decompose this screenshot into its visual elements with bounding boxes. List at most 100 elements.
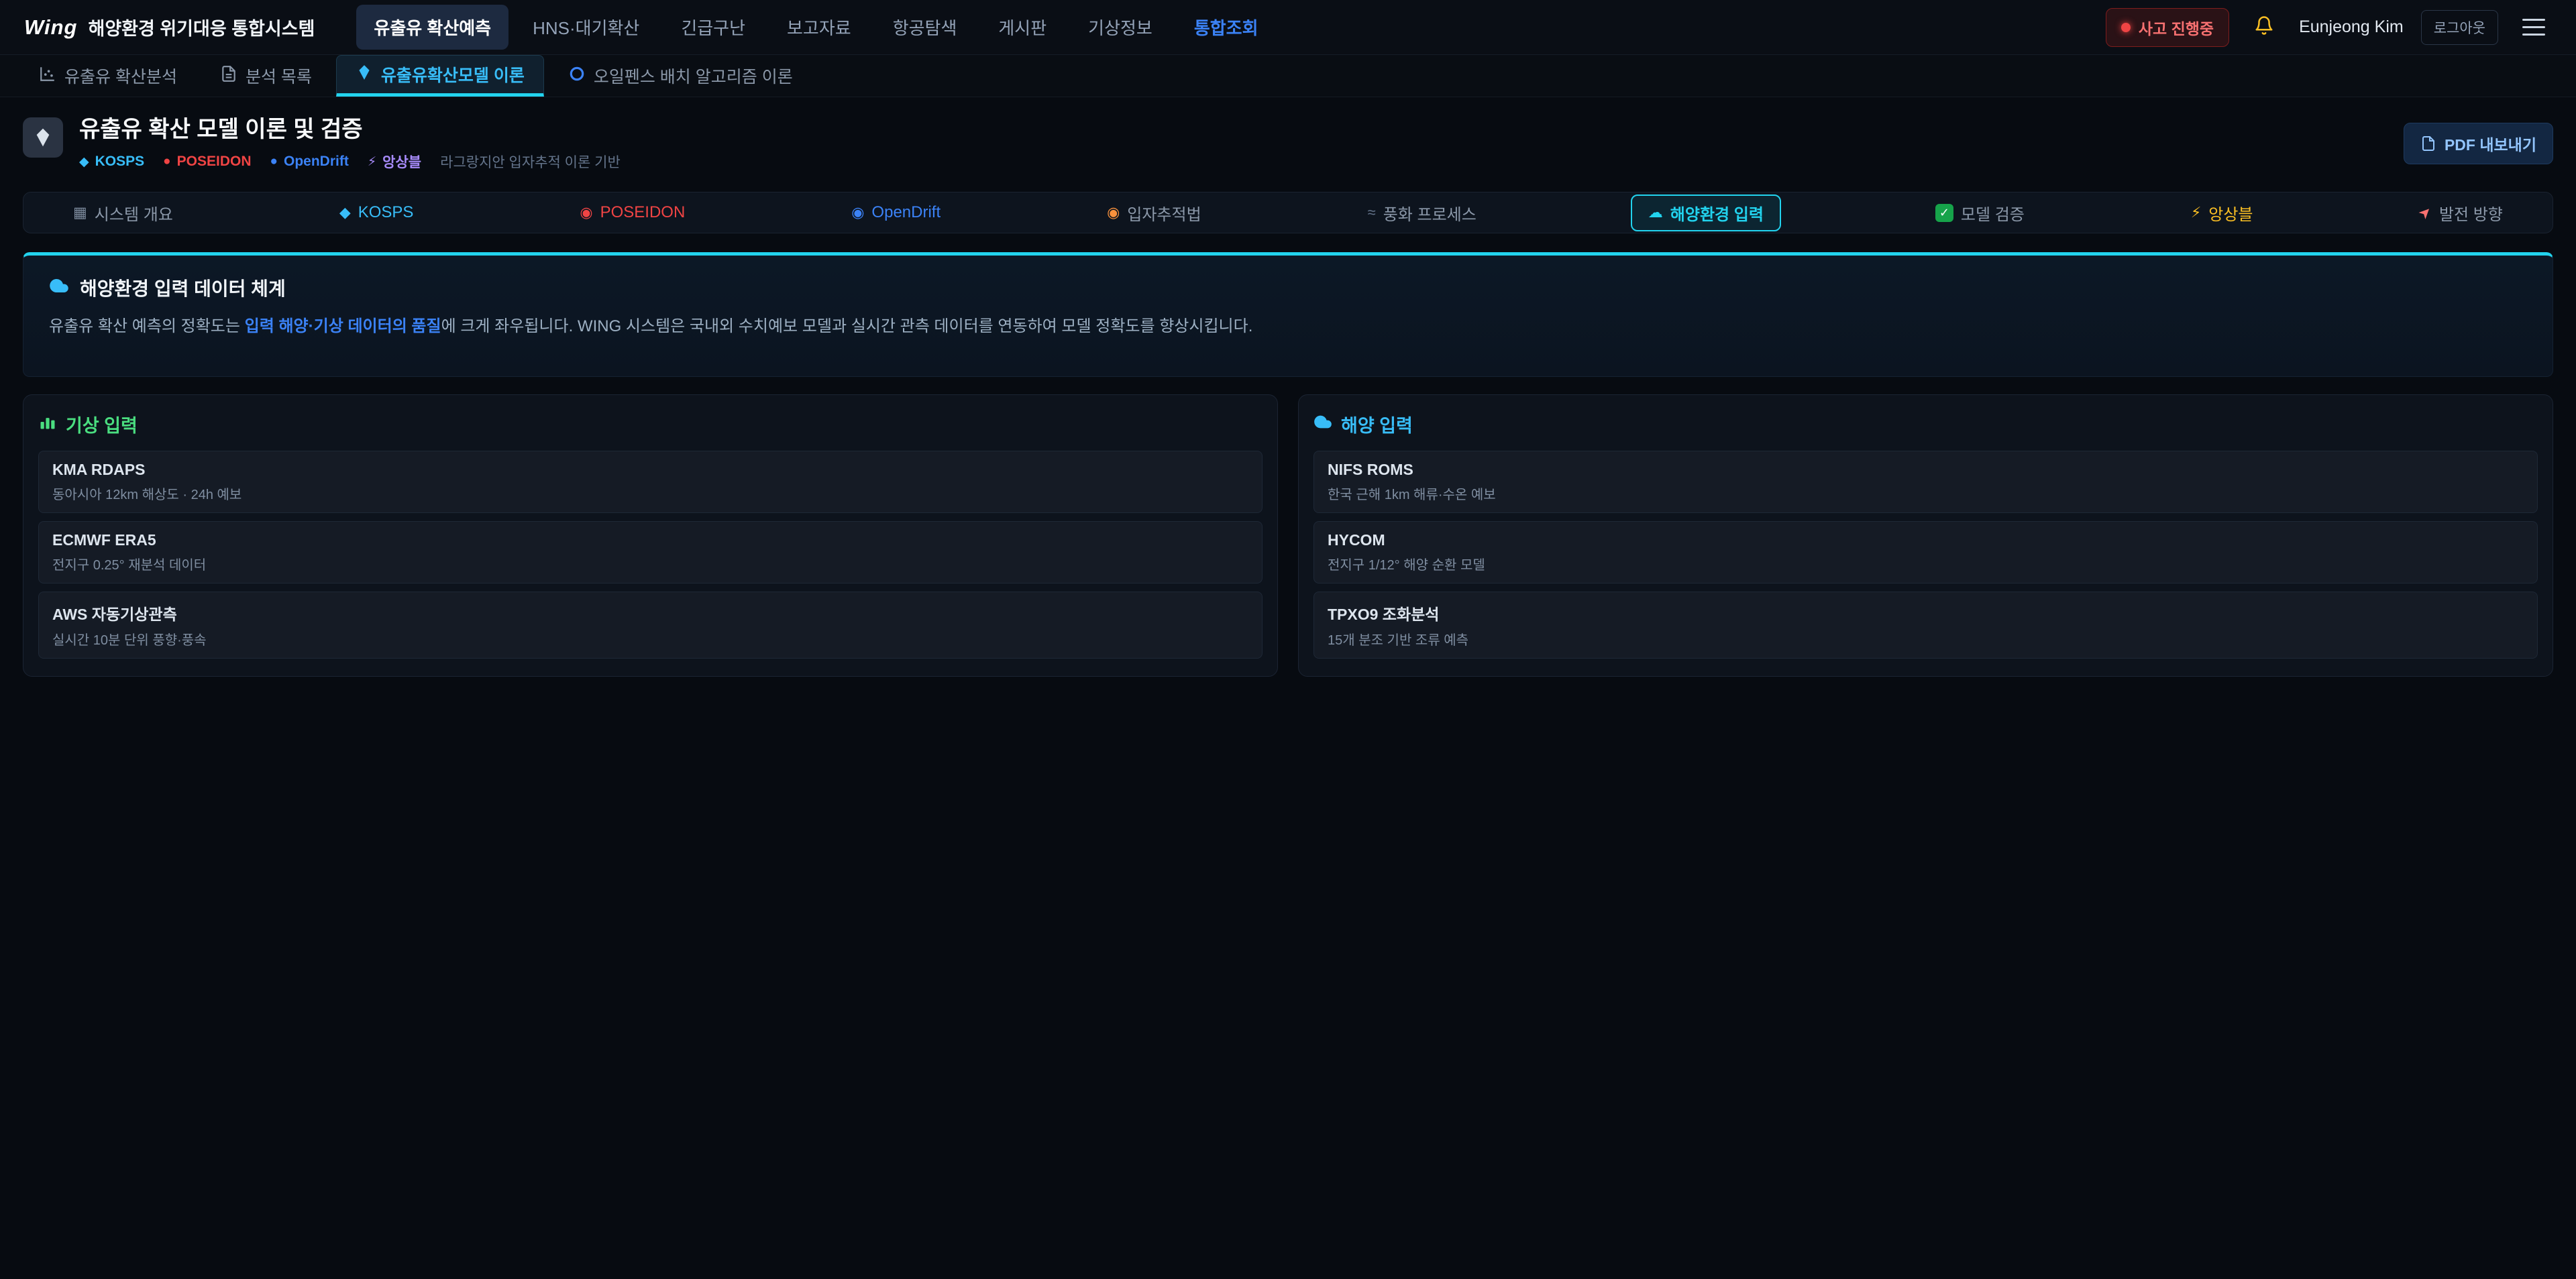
highlighted-text: 입력 해양·기상 데이터의 품질 [245, 317, 441, 335]
nav-item-aerial-search[interactable]: 항공탐색 [875, 5, 975, 50]
tab-spill-analysis[interactable]: 유출유 확산분석 [20, 55, 196, 97]
nav-item-hns-atmospheric[interactable]: HNS·대기확산 [515, 5, 657, 50]
section-nav-poseidon[interactable]: ◉ POSEIDON [568, 198, 697, 227]
top-navigation: Wing 해양환경 위기대응 통합시스템 유출유 확산예측 HNS·대기확산 긴… [0, 0, 2576, 55]
grid-icon: ▦ [73, 205, 87, 220]
main-content: 유출유 확산 모델 이론 및 검증 ◆ KOSPS ● POSEIDON ● O… [0, 117, 2576, 677]
app-brand[interactable]: Wing 해양환경 위기대응 통합시스템 [24, 14, 315, 40]
badge-opendrift: ● OpenDrift [270, 154, 349, 170]
pdf-export-label: PDF 내보내기 [2445, 132, 2536, 155]
badge-poseidon: ● POSEIDON [163, 154, 251, 170]
notifications-button[interactable] [2247, 10, 2282, 45]
incident-dot-icon [2121, 23, 2131, 32]
sub-tab-bar: 유출유 확산분석 분석 목록 유출유확산모델 이론 오일펜스 배치 알고리즘 이… [0, 55, 2576, 97]
nav-item-oil-spill-prediction[interactable]: 유출유 확산예측 [356, 5, 508, 50]
app-logo: Wing [24, 15, 77, 40]
dataset-desc: 전지구 1/12° 해양 순환 모델 [1328, 554, 2524, 573]
card-title-row: 기상 입력 [38, 411, 1263, 437]
dot-icon: ● [270, 154, 278, 169]
nav-item-board[interactable]: 게시판 [981, 5, 1064, 50]
section-nav-kosps[interactable]: ◆ KOSPS [327, 198, 426, 227]
page-subtitle: 라그랑지안 입자추적 이론 기반 [440, 152, 621, 172]
target-icon: ◉ [851, 205, 864, 220]
scatter-chart-icon [39, 65, 56, 87]
list-item: HYCOM 전지구 1/12° 해양 순환 모델 [1313, 521, 2538, 583]
section-nav-future-direction[interactable]: ➤ 발전 방향 [2407, 196, 2514, 230]
card-title-row: 해양 입력 [1313, 411, 2538, 437]
tab-analysis-list[interactable]: 분석 목록 [201, 55, 331, 97]
app-title: 해양환경 위기대응 통합시스템 [88, 14, 315, 40]
nav-item-reports[interactable]: 보고자료 [769, 5, 869, 50]
logout-button[interactable]: 로그아웃 [2421, 10, 2498, 45]
bar-chart-icon [38, 412, 57, 436]
dataset-desc: 실시간 10분 단위 풍향·풍속 [52, 629, 1248, 649]
dataset-name: NIFS ROMS [1328, 461, 2524, 479]
dataset-name: HYCOM [1328, 531, 2524, 549]
dataset-desc: 한국 근해 1km 해류·수온 예보 [1328, 484, 2524, 503]
cloud-icon: ☁ [1648, 205, 1663, 220]
tab-spill-model-theory[interactable]: 유출유확산모델 이론 [336, 55, 544, 97]
incident-status-badge[interactable]: 사고 진행중 [2106, 8, 2229, 47]
dataset-name: TPXO9 조화분석 [1328, 602, 2524, 624]
list-item: NIFS ROMS 한국 근해 1km 해류·수온 예보 [1313, 451, 2538, 513]
tab-oil-fence-algorithm-theory[interactable]: 오일펜스 배치 알고리즘 이론 [549, 55, 812, 97]
pen-nib-icon [356, 64, 373, 86]
topnav-right-cluster: 사고 진행중 Eunjeong Kim 로그아웃 [2106, 8, 2552, 47]
ring-icon [568, 65, 586, 87]
tab-label: 분석 목록 [246, 64, 312, 88]
dataset-desc: 동아시아 12km 해상도 · 24h 예보 [52, 484, 1248, 503]
dataset-name: KMA RDAPS [52, 461, 1248, 479]
nav-item-integrated-search[interactable]: 통합조회 [1177, 5, 1276, 50]
dataset-name: ECMWF ERA5 [52, 531, 1248, 549]
list-item: KMA RDAPS 동아시아 12km 해상도 · 24h 예보 [38, 451, 1263, 513]
nav-item-weather-info[interactable]: 기상정보 [1071, 5, 1170, 50]
dataset-desc: 15개 분조 기반 조류 예측 [1328, 629, 2524, 649]
model-badge-row: ◆ KOSPS ● POSEIDON ● OpenDrift ⚡ 앙상블 라그랑… [79, 152, 621, 172]
section-nav-marine-environment-input[interactable]: ☁ 해양환경 입력 [1631, 194, 1781, 231]
section-nav-weathering-process[interactable]: ≈ 풍화 프로세스 [1356, 196, 1489, 230]
check-icon: ✓ [1935, 204, 1953, 222]
tab-label: 오일펜스 배치 알고리즘 이론 [594, 64, 793, 88]
document-icon [220, 65, 237, 87]
list-item: ECMWF ERA5 전지구 0.25° 재분석 데이터 [38, 521, 1263, 583]
diamond-icon: ◆ [339, 205, 351, 220]
bolt-icon: ⚡ [368, 154, 376, 170]
section-nav: ▦ 시스템 개요 ◆ KOSPS ◉ POSEIDON ◉ OpenDrift … [23, 192, 2553, 233]
dataset-name: AWS 자동기상관측 [52, 602, 1248, 624]
section-nav-system-overview[interactable]: ▦ 시스템 개요 [61, 196, 185, 230]
card-title: 기상 입력 [66, 411, 138, 437]
section-nav-particle-tracking[interactable]: ◉ 입자추적법 [1095, 196, 1214, 230]
section-nav-ensemble[interactable]: ⚡ 앙상블 [2179, 196, 2265, 230]
rocket-icon: ➤ [2415, 203, 2436, 223]
tab-label: 유출유 확산분석 [64, 64, 177, 88]
panel-title-row: 해양환경 입력 데이터 체계 [49, 274, 2527, 301]
list-item: AWS 자동기상관측 실시간 10분 단위 풍향·풍속 [38, 592, 1263, 659]
pen-nib-icon [23, 117, 63, 158]
incident-badge-label: 사고 진행중 [2139, 16, 2214, 39]
page-titles: 유출유 확산 모델 이론 및 검증 ◆ KOSPS ● POSEIDON ● O… [79, 117, 621, 172]
section-nav-model-validation[interactable]: ✓ 모델 검증 [1923, 196, 2037, 230]
waves-icon: ≈ [1368, 205, 1376, 220]
nav-item-emergency-rescue[interactable]: 긴급구난 [663, 5, 763, 50]
pdf-export-button[interactable]: PDF 내보내기 [2404, 123, 2553, 164]
card-title: 해양 입력 [1341, 411, 1413, 437]
marine-input-info-panel: 해양환경 입력 데이터 체계 유출유 확산 예측의 정확도는 입력 해양·기상 … [23, 252, 2553, 377]
cloud-icon [49, 276, 69, 300]
dot-icon: ● [163, 154, 170, 169]
section-nav-opendrift[interactable]: ◉ OpenDrift [839, 198, 953, 227]
badge-kosps: ◆ KOSPS [79, 154, 144, 170]
hamburger-menu-icon[interactable] [2516, 10, 2552, 45]
cloud-icon [1313, 412, 1332, 436]
page-title: 유출유 확산 모델 이론 및 검증 [79, 117, 621, 142]
page-header: 유출유 확산 모델 이론 및 검증 ◆ KOSPS ● POSEIDON ● O… [23, 117, 2553, 172]
tab-label: 유출유확산모델 이론 [381, 62, 525, 87]
bolt-icon: ⚡ [2191, 205, 2201, 220]
bell-icon [2254, 15, 2274, 39]
list-item: TPXO9 조화분석 15개 분조 기반 조류 예측 [1313, 592, 2538, 659]
target-icon: ◉ [580, 205, 592, 220]
main-nav: 유출유 확산예측 HNS·대기확산 긴급구난 보고자료 항공탐색 게시판 기상정… [356, 5, 1275, 50]
user-name: Eunjeong Kim [2299, 17, 2404, 37]
swirl-icon: ◉ [1107, 205, 1120, 220]
diamond-icon: ◆ [79, 154, 89, 170]
input-data-cards: 기상 입력 KMA RDAPS 동아시아 12km 해상도 · 24h 예보 E… [23, 394, 2553, 677]
